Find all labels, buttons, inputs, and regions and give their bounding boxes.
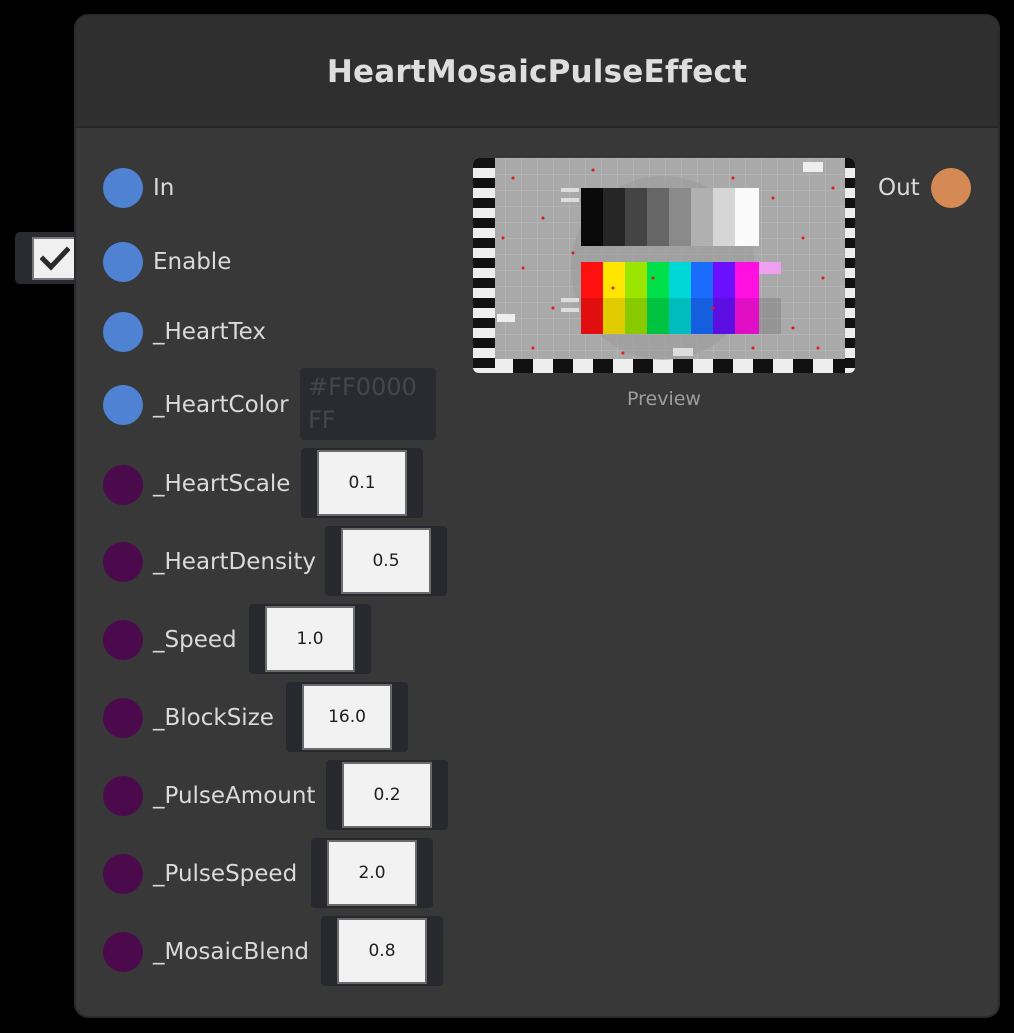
port-label-mosaic-blend: _MosaicBlend bbox=[153, 939, 310, 965]
port-mosaic-blend[interactable] bbox=[103, 932, 143, 972]
port-heart-color[interactable] bbox=[103, 385, 143, 425]
block-size-input[interactable]: 16.0 bbox=[302, 684, 392, 750]
port-label-pulse-amount: _PulseAmount bbox=[153, 783, 316, 809]
port-label-heart-color: _HeartColor bbox=[153, 392, 289, 418]
port-label-heart-scale: _HeartScale bbox=[153, 471, 291, 497]
node-header[interactable]: HeartMosaicPulseEffect bbox=[76, 16, 998, 128]
port-heart-tex[interactable] bbox=[103, 312, 143, 352]
port-block-size[interactable] bbox=[103, 698, 143, 738]
block-size-field-frame: 16.0 bbox=[286, 682, 408, 752]
port-heart-density[interactable] bbox=[103, 542, 143, 582]
preview-label: Preview bbox=[627, 388, 701, 410]
mosaic-blend-field-frame: 0.8 bbox=[321, 916, 443, 986]
heart-scale-input[interactable]: 0.1 bbox=[317, 450, 407, 516]
heart-color-field[interactable]: #FF0000FF bbox=[300, 368, 436, 440]
mosaic-blend-input[interactable]: 0.8 bbox=[337, 918, 427, 984]
port-heart-scale[interactable] bbox=[103, 465, 143, 505]
port-label-enable: Enable bbox=[153, 249, 232, 275]
pulse-speed-input[interactable]: 2.0 bbox=[327, 840, 417, 906]
port-label-heart-density: _HeartDensity bbox=[153, 549, 316, 575]
port-pulse-amount[interactable] bbox=[103, 776, 143, 816]
checkmark-icon bbox=[40, 245, 70, 271]
heart-density-field-frame: 0.5 bbox=[325, 526, 447, 596]
pulse-speed-field-frame: 2.0 bbox=[311, 838, 433, 908]
speed-field-frame: 1.0 bbox=[249, 604, 371, 674]
pulse-amount-input[interactable]: 0.2 bbox=[342, 762, 432, 828]
port-label-in: In bbox=[153, 175, 175, 201]
port-label-block-size: _BlockSize bbox=[153, 705, 274, 731]
pulse-amount-field-frame: 0.2 bbox=[326, 760, 448, 830]
enable-checkbox[interactable] bbox=[32, 237, 78, 280]
port-label-pulse-speed: _PulseSpeed bbox=[153, 861, 298, 887]
port-speed[interactable] bbox=[103, 620, 143, 660]
port-label-out: Out bbox=[878, 175, 920, 201]
port-enable[interactable] bbox=[103, 242, 143, 282]
port-pulse-speed[interactable] bbox=[103, 854, 143, 894]
heart-density-input[interactable]: 0.5 bbox=[341, 528, 431, 594]
heart-scale-field-frame: 0.1 bbox=[301, 448, 423, 518]
speed-input[interactable]: 1.0 bbox=[265, 606, 355, 672]
node-title: HeartMosaicPulseEffect bbox=[326, 54, 748, 90]
port-label-speed: _Speed bbox=[153, 627, 237, 653]
port-label-heart-tex: _HeartTex bbox=[153, 319, 267, 345]
preview-image bbox=[473, 158, 855, 373]
port-out[interactable] bbox=[931, 168, 971, 208]
port-in[interactable] bbox=[103, 168, 143, 208]
